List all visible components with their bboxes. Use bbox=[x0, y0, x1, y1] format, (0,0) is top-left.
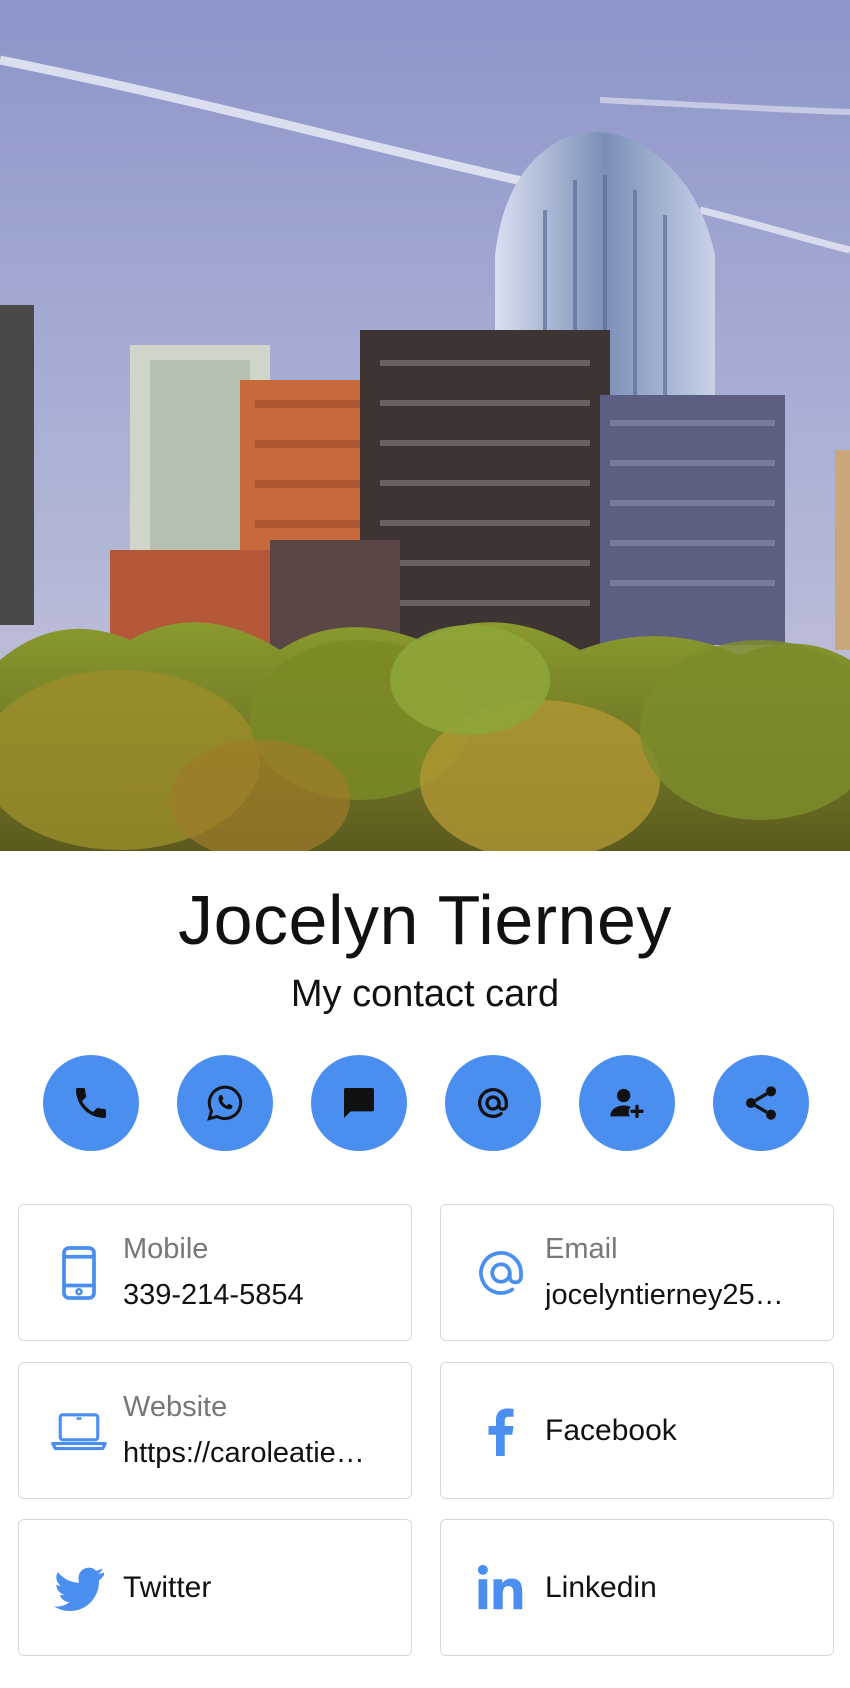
twitter-label: Twitter bbox=[123, 1570, 212, 1604]
add-contact-button[interactable] bbox=[579, 1055, 675, 1151]
call-button[interactable] bbox=[43, 1055, 139, 1151]
website-card[interactable]: Website https://caroleatie… bbox=[18, 1362, 412, 1499]
email-label: Email bbox=[545, 1233, 618, 1265]
linkedin-card[interactable]: Linkedin bbox=[440, 1519, 834, 1656]
mobile-phone-icon bbox=[47, 1241, 111, 1305]
linkedin-icon bbox=[469, 1556, 533, 1620]
email-at-icon bbox=[469, 1241, 533, 1305]
linkedin-label: Linkedin bbox=[545, 1570, 657, 1604]
facebook-label: Facebook bbox=[545, 1413, 677, 1447]
mobile-value: 339-214-5854 bbox=[123, 1279, 304, 1311]
email-button[interactable] bbox=[445, 1055, 541, 1151]
facebook-card[interactable]: Facebook bbox=[440, 1362, 834, 1499]
whatsapp-button[interactable] bbox=[177, 1055, 273, 1151]
whatsapp-icon bbox=[207, 1085, 243, 1121]
at-sign-icon bbox=[478, 1088, 508, 1118]
cover-photo bbox=[0, 0, 850, 851]
twitter-icon bbox=[47, 1556, 111, 1620]
mobile-label: Mobile bbox=[123, 1233, 209, 1265]
email-value: jocelyntierney25… bbox=[545, 1279, 784, 1311]
mobile-card[interactable]: Mobile 339-214-5854 bbox=[18, 1204, 412, 1341]
message-icon bbox=[344, 1088, 374, 1118]
website-value: https://caroleatie… bbox=[123, 1437, 365, 1469]
facebook-icon bbox=[469, 1399, 533, 1463]
email-card[interactable]: Email jocelyntierney25… bbox=[440, 1204, 834, 1341]
add-contact-icon bbox=[610, 1088, 644, 1118]
phone-icon bbox=[76, 1088, 106, 1118]
quick-actions bbox=[43, 1055, 809, 1151]
share-button[interactable] bbox=[713, 1055, 809, 1151]
contact-name: Jocelyn Tierney bbox=[178, 881, 672, 959]
share-icon bbox=[746, 1086, 776, 1120]
twitter-card[interactable]: Twitter bbox=[18, 1519, 412, 1656]
contact-subtitle: My contact card bbox=[290, 973, 560, 1015]
message-button[interactable] bbox=[311, 1055, 407, 1151]
laptop-icon bbox=[47, 1399, 111, 1463]
website-label: Website bbox=[123, 1391, 228, 1423]
